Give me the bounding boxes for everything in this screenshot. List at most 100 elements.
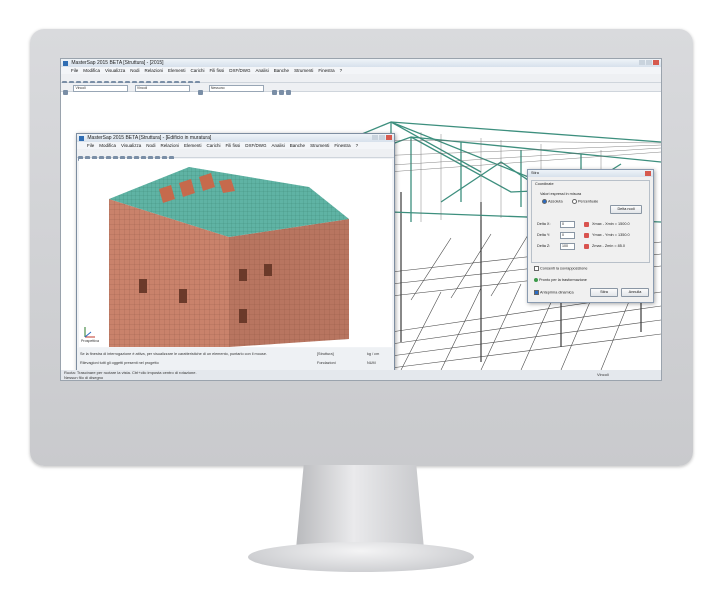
axes-gizmo-icon bbox=[84, 327, 95, 338]
main-status-constraints: Vincoli bbox=[597, 372, 609, 377]
cancel-button[interactable]: Annulla bbox=[621, 288, 649, 297]
menu-relazioni[interactable]: Relazioni bbox=[144, 68, 163, 73]
inner-menu-fili-fissi[interactable]: Fili fissi bbox=[226, 143, 241, 148]
delta-z-result: Zmax - Zmin = 85.0 bbox=[592, 244, 626, 248]
preview-checkbox[interactable]: Anteprima dinamica bbox=[534, 290, 574, 295]
stira-ok-button[interactable]: Stira bbox=[590, 288, 618, 297]
main-toolbar-2: Vincoli Vincoli Nessuno bbox=[61, 83, 661, 95]
monitor-screen: MasterSap 2015 BETA [Struttura] - [2015]… bbox=[60, 58, 662, 381]
inner-status-line-1: Se la finestra di interrogazione è attiv… bbox=[80, 352, 267, 356]
radio-percent-label: Percentuale bbox=[578, 199, 599, 204]
inner-menu-help[interactable]: ? bbox=[356, 143, 359, 148]
ready-status: Pronto per la trasformazione bbox=[534, 278, 587, 282]
delta-z-input[interactable]: 100 bbox=[560, 243, 575, 250]
main-status-bar: Ruota: Trascinare per ruotare la vista. … bbox=[61, 370, 661, 380]
main-status-text-2: Nessun filo di disegno bbox=[64, 375, 104, 380]
inner-3d-view[interactable]: Prospettiva bbox=[79, 159, 392, 347]
constraints-combo-1[interactable]: Vincoli bbox=[73, 84, 129, 92]
inner-status-area: Se la finestra di interrogazione è attiv… bbox=[77, 348, 394, 371]
inner-app-logo-icon bbox=[79, 135, 84, 141]
inner-menu-bar: File Modifica Visualizza Nodi Relazioni Eleme… bbox=[77, 142, 394, 149]
inner-menu-visualizza[interactable]: Visualizza bbox=[121, 143, 141, 148]
maximize-button[interactable] bbox=[646, 60, 652, 65]
delta-y-result: Ymax - Ymin = 1350.0 bbox=[592, 233, 630, 237]
delta-z-label: Delta Z: bbox=[537, 244, 551, 248]
inner-menu-carichi[interactable]: Carichi bbox=[207, 143, 221, 148]
inner-menu-strumenti[interactable]: Strumenti bbox=[310, 143, 329, 148]
selection-combo[interactable]: Nessuno bbox=[208, 84, 264, 92]
delta-x-input[interactable]: 0 bbox=[560, 221, 575, 228]
inner-menu-dxf-dwg[interactable]: DXF/DWG bbox=[245, 143, 266, 148]
ready-status-icon bbox=[534, 278, 538, 282]
radio-absolute-label: Assoluta bbox=[548, 199, 563, 204]
constraints-combo-2[interactable]: Vincoli bbox=[134, 84, 190, 92]
inner-close-button[interactable] bbox=[386, 135, 392, 140]
menu-fili-fissi[interactable]: Fili fissi bbox=[210, 68, 225, 73]
inner-menu-finestra[interactable]: Finestra bbox=[334, 143, 350, 148]
dialog-close-button[interactable] bbox=[645, 171, 651, 176]
coordinates-group: Coordinate Valori espressi in misura Ass… bbox=[531, 180, 650, 263]
inner-menu-elementi[interactable]: Elementi bbox=[184, 143, 202, 148]
delta-x-result: Xmax - Xmin = 1500.0 bbox=[592, 222, 630, 226]
inner-status-structure: [Struttura] bbox=[317, 352, 334, 356]
overlap-checkbox[interactable]: Consenti la sovrapposizione bbox=[534, 266, 588, 271]
menu-nodi[interactable]: Nodi bbox=[130, 68, 139, 73]
radio-absolute-indicator bbox=[542, 199, 547, 204]
menu-carichi[interactable]: Carichi bbox=[191, 68, 205, 73]
minimize-button[interactable] bbox=[639, 60, 645, 65]
menu-analisi[interactable]: Analisi bbox=[256, 68, 269, 73]
inner-window-title: MasterSap 2015 BETA [Struttura] - [Edifi… bbox=[87, 135, 212, 141]
radio-percent[interactable]: Percentuale bbox=[572, 199, 598, 204]
inner-menu-banche[interactable]: Banche bbox=[290, 143, 305, 148]
menu-elementi[interactable]: Elementi bbox=[168, 68, 186, 73]
menu-visualizza[interactable]: Visualizza bbox=[105, 68, 125, 73]
inner-menu-nodi[interactable]: Nodi bbox=[146, 143, 155, 148]
inner-minimize-button[interactable] bbox=[372, 135, 378, 140]
delta-x-label: Delta X: bbox=[537, 222, 551, 226]
preview-checkbox-box bbox=[534, 290, 539, 295]
inner-title-bar: MasterSap 2015 BETA [Struttura] - [Edifi… bbox=[77, 134, 394, 142]
overlap-checkbox-box bbox=[534, 266, 539, 271]
main-title-bar: MasterSap 2015 BETA [Struttura] - [2015] bbox=[61, 59, 661, 67]
inner-menu-modifica[interactable]: Modifica bbox=[99, 143, 116, 148]
close-button[interactable] bbox=[653, 60, 659, 65]
dialog-title-bar: Stira bbox=[528, 170, 653, 177]
dialog-title: Stira bbox=[531, 171, 539, 175]
menu-file[interactable]: File bbox=[71, 68, 78, 73]
inner-menu-relazioni[interactable]: Relazioni bbox=[160, 143, 179, 148]
main-window-title: MasterSap 2015 BETA [Struttura] - [2015] bbox=[71, 60, 164, 66]
delta-y-icon bbox=[584, 233, 589, 238]
inner-status-line-2: Rilevagioni tutti gli oggetti presenti n… bbox=[80, 361, 159, 365]
inner-menu-file[interactable]: File bbox=[87, 143, 94, 148]
app-logo-icon bbox=[63, 60, 68, 66]
delta-z-icon bbox=[584, 244, 589, 249]
delta-nodes-button[interactable]: Delta nodi bbox=[610, 205, 642, 214]
radio-absolute[interactable]: Assoluta bbox=[542, 199, 563, 204]
delta-x-icon bbox=[584, 222, 589, 227]
monitor-stand bbox=[296, 465, 424, 549]
building-model bbox=[84, 167, 349, 347]
menu-strumenti[interactable]: Strumenti bbox=[294, 68, 313, 73]
menu-help[interactable]: ? bbox=[340, 68, 343, 73]
stira-dialog[interactable]: Stira Coordinate Valori espressi in misu… bbox=[527, 169, 654, 303]
view-label: Prospettiva bbox=[81, 339, 99, 343]
delta-y-label: Delta Y: bbox=[537, 233, 551, 237]
delta-y-input[interactable]: 0 bbox=[560, 232, 575, 239]
menu-finestra[interactable]: Finestra bbox=[318, 68, 334, 73]
main-menu-bar: File Modifica Visualizza Nodi Relazioni Eleme… bbox=[61, 67, 661, 74]
inner-menu-analisi[interactable]: Analisi bbox=[272, 143, 285, 148]
menu-banche[interactable]: Banche bbox=[274, 68, 289, 73]
main-toolbar-1 bbox=[61, 74, 661, 86]
menu-dxf-dwg[interactable]: DXF/DWG bbox=[229, 68, 250, 73]
inner-window[interactable]: MasterSap 2015 BETA [Struttura] - [Edifi… bbox=[76, 133, 395, 372]
menu-modifica[interactable]: Modifica bbox=[83, 68, 100, 73]
inner-toolbar bbox=[77, 149, 394, 161]
overlap-label: Consenti la sovrapposizione bbox=[540, 266, 588, 271]
inner-status-units: kg / cm bbox=[367, 352, 380, 356]
inner-status-num: NUM bbox=[367, 361, 376, 365]
inner-maximize-button[interactable] bbox=[379, 135, 385, 140]
monitor-base bbox=[248, 542, 474, 572]
coordinates-group-title: Coordinate bbox=[535, 182, 554, 186]
ready-label: Pronto per la trasformazione bbox=[539, 278, 587, 282]
preview-label: Anteprima dinamica bbox=[540, 290, 574, 295]
